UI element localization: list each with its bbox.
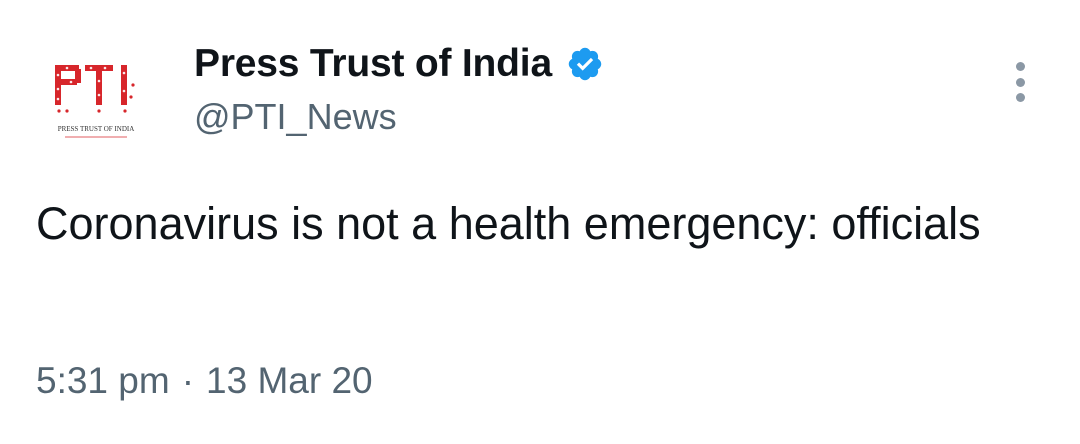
pti-logo-icon: PRESS TRUST OF INDIA xyxy=(55,65,135,138)
avatar[interactable]: PRESS TRUST OF INDIA xyxy=(36,40,156,160)
more-dot xyxy=(1015,77,1025,87)
tweet-text: Coronavirus is not a health emergency: o… xyxy=(36,198,981,249)
meta-separator: · xyxy=(181,360,195,401)
tweet-date: 13 Mar 20 xyxy=(206,360,373,401)
tweet-card: PRESS TRUST OF INDIA Press Trust of Indi… xyxy=(0,0,1080,444)
svg-text:PRESS TRUST OF INDIA: PRESS TRUST OF INDIA xyxy=(58,125,135,133)
more-dot xyxy=(1015,93,1025,102)
verified-badge-icon xyxy=(568,47,602,81)
tweet-time: 5:31 pm xyxy=(36,360,170,401)
display-name[interactable]: Press Trust of India xyxy=(194,42,552,86)
author-handle[interactable]: @PTI_News xyxy=(194,96,397,138)
author-name-row: Press Trust of India xyxy=(194,40,604,88)
more-vertical-icon xyxy=(1015,62,1025,71)
tweet-timestamp[interactable]: 5:31 pm · 13 Mar 20 xyxy=(36,360,373,402)
more-options-button[interactable] xyxy=(1000,56,1040,108)
